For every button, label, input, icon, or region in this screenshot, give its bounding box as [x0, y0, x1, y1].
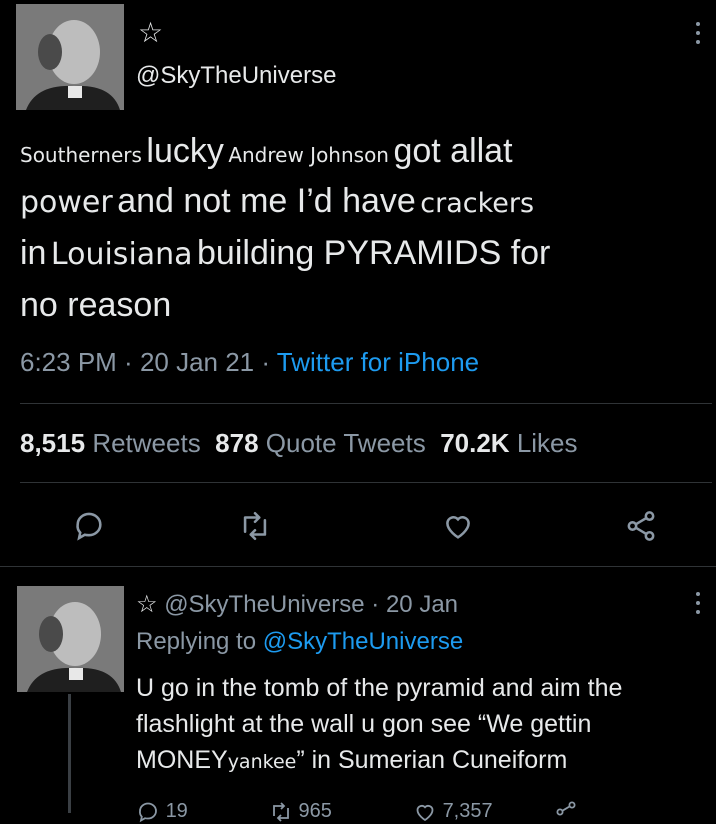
tweet-handle[interactable]: @SkyTheUniverse [136, 62, 336, 90]
reply-actions: 19 965 7,357 [136, 800, 578, 824]
reply-icon[interactable]: 19 [136, 800, 193, 823]
retweets-stat[interactable]: 8,515 Retweets [20, 428, 201, 458]
meta-separator: · [364, 591, 386, 618]
heart-icon[interactable] [441, 509, 475, 543]
star-icon: ☆ [138, 17, 164, 48]
meta-separator: · [116, 347, 140, 377]
reply-line: flashlight at the wall u gon see “We get… [136, 710, 592, 738]
divider [20, 482, 712, 483]
tweet-word: building PYRAMIDS for [197, 234, 551, 272]
retweet-count: 965 [298, 800, 332, 823]
replying-to: Replying to @SkyTheUniverse [136, 628, 463, 656]
heart-icon[interactable]: 7,357 [413, 800, 498, 822]
retweet-icon[interactable] [238, 509, 272, 543]
reply-handle[interactable]: @SkyTheUniverse [164, 591, 364, 618]
tweet-time: 6:23 PM [20, 347, 117, 377]
tweet-word: crackers [420, 188, 535, 219]
reply-count: 19 [165, 800, 188, 823]
avatar-portrait [17, 586, 124, 692]
replying-prefix: Replying to [136, 628, 257, 655]
tweet-word: no reason [20, 286, 172, 324]
tweet-word: Southerners [20, 143, 142, 167]
tweet-word: Andrew Johnson [228, 143, 389, 167]
tweet-date: 20 Jan 21 [139, 347, 255, 377]
more-icon[interactable] [696, 22, 702, 49]
replying-handle[interactable]: @SkyTheUniverse [263, 628, 463, 655]
tweet-stats: 8,515 Retweets 878 Quote Tweets 70.2K Li… [20, 428, 578, 459]
reply-line: U go in the tomb of the pyramid and aim … [136, 674, 623, 702]
tweet-word: and not me I’d have [117, 182, 416, 220]
reply-avatar[interactable] [17, 586, 124, 692]
reply-header: ☆ @SkyTheUniverse · 20 Jan [136, 590, 458, 619]
tweet-word: power [20, 185, 113, 220]
retweet-icon[interactable]: 965 [269, 800, 338, 822]
like-count: 7,357 [442, 800, 493, 823]
more-icon[interactable] [696, 592, 702, 619]
quotes-stat[interactable]: 878 Quote Tweets [215, 428, 426, 458]
divider [20, 403, 712, 404]
thread-line [68, 694, 71, 813]
share-icon[interactable] [554, 800, 578, 822]
avatar[interactable] [16, 4, 124, 110]
tweet-word: in [20, 234, 47, 272]
reply-text: U go in the tomb of the pyramid and aim … [136, 670, 622, 780]
meta-separator: · [254, 347, 277, 377]
tweet-text: Southerners lucky Andrew Johnson got all… [20, 132, 550, 336]
tweet-word: Louisiana [50, 237, 193, 272]
star-icon: ☆ [136, 591, 158, 618]
avatar-portrait [16, 4, 124, 110]
share-icon[interactable] [624, 509, 658, 543]
reply-icon[interactable] [72, 509, 106, 543]
tweet-client[interactable]: Twitter for iPhone [277, 347, 479, 377]
reply-line: MONEYyankee” in Sumerian Cuneiform [136, 746, 568, 774]
tweet-word: lucky [146, 132, 224, 170]
likes-stat[interactable]: 70.2K Likes [440, 428, 577, 458]
tweet-word: got allat [393, 132, 513, 170]
reply-date: 20 Jan [385, 591, 459, 618]
tweet-meta: 6:23 PM · 20 Jan 21 · Twitter for iPhone [20, 347, 479, 378]
divider [0, 566, 716, 567]
